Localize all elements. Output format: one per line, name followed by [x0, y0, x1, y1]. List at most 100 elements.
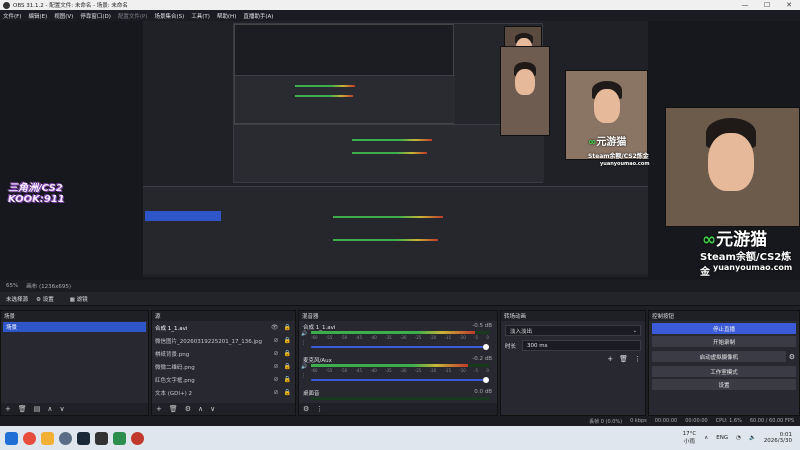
wifi-icon[interactable]: ◔ — [736, 435, 741, 441]
obs-icon[interactable] — [95, 431, 108, 445]
eye-off-icon[interactable]: ⊘ — [273, 376, 278, 383]
scene-item[interactable]: 场景 — [3, 322, 146, 332]
remove-scene-icon[interactable]: 🗑 — [18, 405, 27, 413]
stop-streaming-button[interactable]: 停止直播 — [652, 323, 796, 334]
taskbar: 17°C 小雨 ∧ ENG ◔ 🔈 0:01 2026/3/30 — [0, 426, 800, 450]
maximize-button[interactable]: ☐ — [756, 0, 778, 10]
brand-url-large: yuanyoumao.com — [713, 263, 793, 272]
volume-meter — [311, 364, 489, 367]
volume-slider[interactable] — [311, 377, 489, 383]
lock-icon[interactable]: 🔒 — [284, 337, 291, 344]
eye-off-icon[interactable]: ⊘ — [273, 363, 278, 370]
scale-tick: -5 — [474, 368, 479, 373]
channel-name: 合成 1_1.avi — [303, 325, 336, 331]
scale-tick: -30 — [399, 368, 407, 373]
duration-input[interactable]: 300 ms — [522, 340, 641, 351]
source-settings-icon[interactable]: ⚙ — [185, 405, 191, 413]
add-scene-icon[interactable]: + — [5, 405, 11, 413]
menu-docks[interactable]: 停靠窗口(D) — [80, 12, 111, 20]
mixer-title: 混音器 — [299, 311, 497, 321]
menu-profile[interactable]: 配置文件(P) — [118, 12, 148, 20]
move-down-icon[interactable]: ∨ — [210, 405, 215, 413]
mixer-menu-icon[interactable]: ⋮ — [316, 405, 323, 413]
menu-edit[interactable]: 编辑(E) — [28, 12, 47, 20]
minimize-button[interactable]: — — [734, 0, 756, 10]
scale-tick: 0 — [486, 368, 489, 373]
eye-off-icon[interactable]: ⊘ — [273, 389, 278, 396]
speaker-icon[interactable]: 🔊 — [301, 331, 307, 337]
scale-tick: -55 — [325, 335, 333, 340]
eye-off-icon[interactable]: ⊘ — [273, 337, 278, 344]
menu-help[interactable]: 帮助(H) — [217, 12, 236, 20]
brand-url-small: yuanyoumao.com — [600, 161, 650, 167]
studio-mode-button[interactable]: 工作室模式 — [652, 366, 796, 377]
close-button[interactable]: ✕ — [778, 0, 800, 10]
menu-file[interactable]: 文件(F) — [3, 12, 21, 20]
lock-icon[interactable]: 🔒 — [284, 376, 291, 383]
clock[interactable]: 0:01 2026/3/30 — [764, 432, 792, 444]
source-item[interactable]: 微微二维码.png ⊘ 🔒 — [152, 360, 295, 373]
language-indicator[interactable]: ENG — [716, 435, 728, 441]
app-icon[interactable] — [113, 431, 126, 445]
preview-canvas[interactable]: 三角洲/CS2 KOOK:911 ∞元游猫 Steam余额/CS2炼金 yuan… — [0, 21, 800, 280]
nested-obs-window-inner — [234, 24, 455, 124]
menu-bar: 文件(F) 编辑(E) 视图(V) 停靠窗口(D) 配置文件(P) 场景集合(S… — [0, 10, 800, 21]
volume-icon[interactable]: 🔈 — [749, 435, 756, 441]
properties-button[interactable]: ⚙ 设置 — [36, 295, 62, 303]
gear-icon[interactable]: ⚙ — [789, 353, 795, 361]
scale-tick: -10 — [459, 368, 466, 373]
channel-menu-icon[interactable]: ⋮ — [301, 340, 307, 346]
audio-mixer-dock: 混音器 合成 1_1.avi -0.5 dB -60 -55 -50 -45 -40 -3… — [298, 310, 498, 416]
scale-tick: -15 — [444, 368, 451, 373]
move-down-icon[interactable]: ∨ — [60, 405, 65, 413]
menu-view[interactable]: 视图(V) — [54, 12, 73, 20]
mixer-settings-icon[interactable]: ⚙ — [303, 405, 309, 413]
channel-menu-icon[interactable]: ⋮ — [301, 373, 307, 379]
move-up-icon[interactable]: ∧ — [47, 405, 52, 413]
menu-tools[interactable]: 工具(T) — [191, 12, 210, 20]
source-item[interactable]: 红色文字框.png ⊘ 🔒 — [152, 373, 295, 386]
dropped-frames: 丢帧 0 (0.0%) — [589, 418, 623, 425]
nested-webcam-2 — [500, 46, 550, 136]
duration-label: 时长 — [505, 343, 517, 350]
menu-stream-assistant[interactable]: 直播助手(A) — [243, 12, 273, 20]
steam-icon[interactable] — [77, 431, 90, 445]
weather-widget[interactable]: 17°C 小雨 — [683, 431, 697, 445]
zoom-level[interactable]: 65% — [6, 283, 18, 289]
lock-icon[interactable]: 🔒 — [284, 324, 291, 331]
remove-source-icon[interactable]: 🗑 — [169, 405, 178, 413]
source-item[interactable]: 微信图片_20260319225201_17_136.jpg ⊘ 🔒 — [152, 334, 295, 347]
source-item[interactable]: 合成 1_1.avi 👁 🔒 — [152, 321, 295, 334]
source-item[interactable]: 文本 (GDI+) 2 ⊘ 🔒 — [152, 386, 295, 399]
windows-start-icon[interactable] — [5, 431, 18, 445]
virtual-camera-button[interactable]: 启动虚拟摄像机 — [652, 351, 786, 362]
app-icon[interactable] — [131, 431, 144, 445]
lock-icon[interactable]: 🔒 — [284, 363, 291, 370]
menu-scene-collection[interactable]: 场景集合(S) — [154, 12, 184, 20]
app-icon[interactable] — [59, 431, 72, 445]
settings-button[interactable]: 设置 — [652, 379, 796, 390]
transition-select[interactable]: 淡入淡出 ⌄ — [505, 325, 641, 336]
speaker-icon[interactable]: 🔊 — [301, 364, 307, 370]
lock-icon[interactable]: 🔒 — [284, 350, 291, 357]
add-transition-icon[interactable]: + — [607, 355, 613, 363]
scale-tick: -40 — [370, 368, 377, 373]
eye-icon[interactable]: 👁 — [271, 324, 279, 331]
source-item[interactable]: 棋纸背景.png ⊘ 🔒 — [152, 347, 295, 360]
eye-off-icon[interactable]: ⊘ — [273, 350, 278, 357]
folder-icon[interactable] — [41, 431, 54, 445]
filters-button[interactable]: ▦ 滤镜 — [70, 295, 96, 303]
sources-title: 源 — [152, 311, 295, 321]
app-icon[interactable] — [23, 431, 36, 445]
transition-menu-icon[interactable]: ⋮ — [634, 355, 641, 363]
volume-slider[interactable] — [311, 344, 489, 350]
remove-transition-icon[interactable]: 🗑 — [619, 355, 628, 363]
move-up-icon[interactable]: ∧ — [198, 405, 203, 413]
tray-chevron-icon[interactable]: ∧ — [704, 435, 708, 441]
add-source-icon[interactable]: + — [156, 405, 162, 413]
start-recording-button[interactable]: 开始录制 — [652, 336, 796, 347]
scale-tick: -55 — [325, 368, 333, 373]
scene-filter-icon[interactable]: ▤ — [34, 405, 41, 413]
lock-icon[interactable]: 🔒 — [284, 389, 291, 396]
scale-tick: -5 — [474, 335, 479, 340]
